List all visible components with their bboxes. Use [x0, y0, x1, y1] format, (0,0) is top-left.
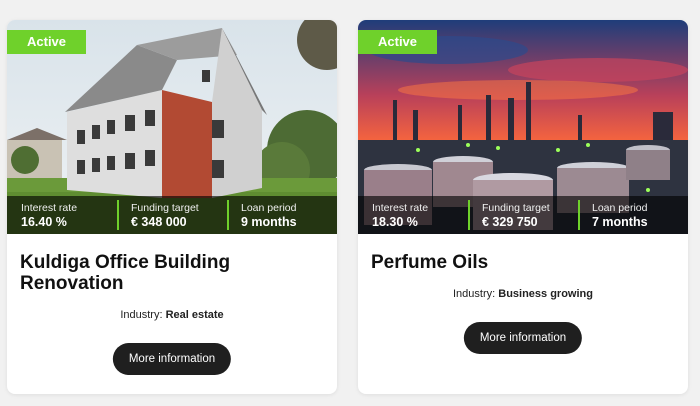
industry-value: Business growing	[498, 288, 593, 300]
project-card[interactable]: Active Interest rate 18.30 % Funding tar…	[358, 20, 688, 394]
interest-rate-label: Interest rate	[21, 202, 78, 214]
loan-period: Loan period 9 months	[227, 196, 337, 234]
loan-period-value: 9 months	[241, 215, 297, 229]
loan-period-label: Loan period	[592, 202, 648, 214]
project-image[interactable]: Active Interest rate 18.30 % Funding tar…	[358, 20, 688, 234]
interest-rate: Interest rate 16.40 %	[7, 196, 117, 234]
funding-target-value: € 348 000	[131, 215, 187, 229]
loan-period-value: 7 months	[592, 215, 648, 229]
loan-period-label: Loan period	[241, 202, 297, 214]
industry-label: Industry:	[120, 309, 166, 321]
loan-period: Loan period 7 months	[578, 196, 688, 234]
more-information-button[interactable]: More information	[463, 322, 583, 354]
project-card[interactable]: Active Interest rate 16.40 % Funding tar…	[7, 20, 337, 394]
funding-target-value: € 329 750	[482, 215, 538, 229]
funding-target-label: Funding target	[482, 202, 550, 214]
interest-rate-value: 16.40 %	[21, 215, 67, 229]
project-title[interactable]: Kuldiga Office Building Renovation	[20, 252, 324, 294]
industry-label: Industry:	[453, 288, 499, 300]
status-badge: Active	[358, 30, 438, 54]
interest-rate-label: Interest rate	[372, 202, 429, 214]
interest-rate-value: 18.30 %	[372, 215, 418, 229]
funding-target: Funding target € 348 000	[117, 196, 227, 234]
interest-rate: Interest rate 18.30 %	[358, 196, 468, 234]
industry-value: Real estate	[165, 309, 224, 321]
more-information-button[interactable]: More information	[112, 343, 232, 375]
funding-target: Funding target € 329 750	[468, 196, 578, 234]
industry-line: Industry: Real estate	[7, 309, 337, 321]
funding-target-label: Funding target	[131, 202, 199, 214]
project-cards: Active Interest rate 16.40 % Funding tar…	[0, 0, 700, 406]
industry-line: Industry: Business growing	[358, 288, 688, 300]
project-title[interactable]: Perfume Oils	[371, 252, 675, 273]
project-image[interactable]: Active Interest rate 16.40 % Funding tar…	[7, 20, 337, 234]
status-badge: Active	[7, 30, 87, 54]
loan-stats: Interest rate 16.40 % Funding target € 3…	[7, 196, 337, 234]
loan-stats: Interest rate 18.30 % Funding target € 3…	[358, 196, 688, 234]
